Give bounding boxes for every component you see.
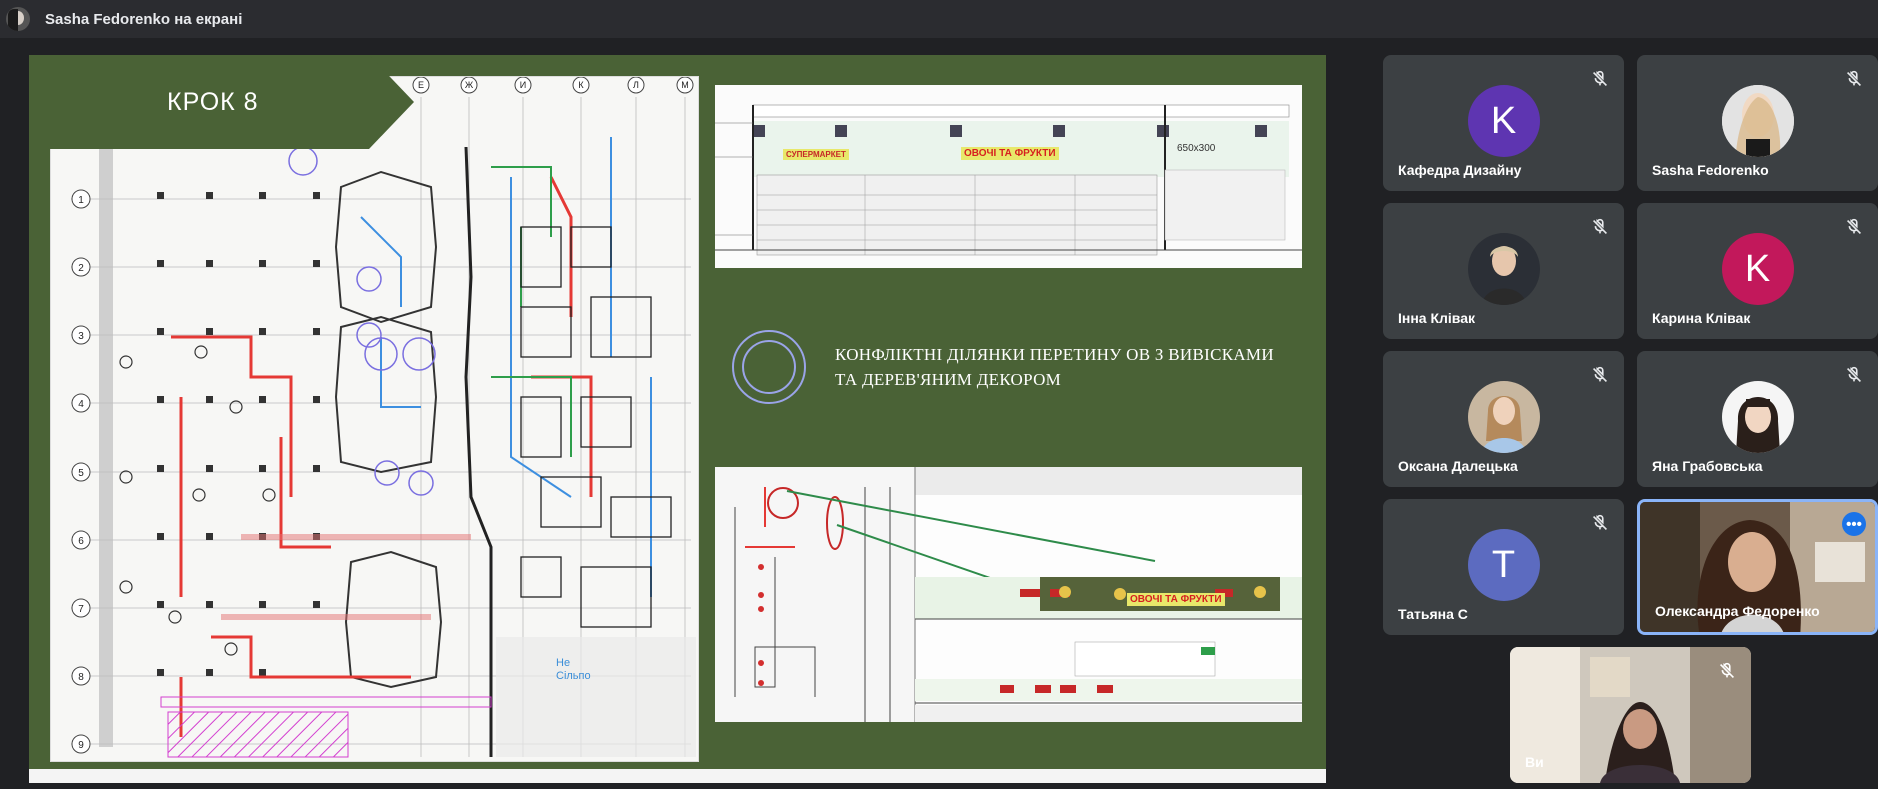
elevation-drawing-bottom: ОВОЧІ ТА ФРУКТИ xyxy=(715,467,1302,722)
grid-col-label: Л xyxy=(633,80,639,90)
self-view-tile[interactable]: Ви xyxy=(1510,647,1751,783)
grid-row-label: 6 xyxy=(78,536,84,547)
mic-off-icon xyxy=(1846,218,1862,235)
grid-col-label: И xyxy=(520,80,526,90)
participant-name: Олександра Федоренко xyxy=(1655,603,1820,619)
mic-off-icon xyxy=(1592,514,1608,531)
grid-row-label: 4 xyxy=(78,399,84,410)
mic-off-icon xyxy=(1846,70,1862,87)
avatar: K xyxy=(1721,233,1794,305)
avatar xyxy=(1721,85,1794,157)
mic-off-icon xyxy=(1846,366,1862,383)
grid-col-label: Е xyxy=(418,80,424,90)
presenter-title: Sasha Fedorenko на екрані xyxy=(45,10,243,28)
presentation-bar: Sasha Fedorenko на екрані xyxy=(0,0,1878,38)
step-banner: КРОК 8 xyxy=(29,55,414,149)
more-options-button[interactable]: ••• xyxy=(1842,512,1866,536)
avatar: T xyxy=(1467,529,1540,601)
grid-row-label: 5 xyxy=(78,468,84,479)
grid-col-label: К xyxy=(578,80,584,90)
participant-name: Яна Грабовська xyxy=(1652,458,1763,474)
grid-row-label: 9 xyxy=(78,740,84,751)
plan-note-label: Не Сільпо xyxy=(556,657,591,682)
shared-screen: 1 2 3 4 5 6 7 8 9 Е Ж И К Л М Не Сільпо … xyxy=(29,55,1326,783)
participant-tile[interactable]: Оксана Далецька xyxy=(1383,351,1624,487)
participant-tile-active-speaker[interactable]: ••• Олександра Федоренко xyxy=(1637,499,1878,635)
mic-off-icon xyxy=(1592,366,1608,383)
elevation-drawing-top: СУПЕРМАРКЕТ ОВОЧІ ТА ФРУКТИ 650x300 xyxy=(715,85,1302,268)
participant-name: Оксана Далецька xyxy=(1398,458,1518,474)
avatar: K xyxy=(1467,85,1540,157)
sign-vegetables-top: ОВОЧІ ТА ФРУКТИ xyxy=(961,147,1059,160)
participant-tile[interactable]: Sasha Fedorenko xyxy=(1637,55,1878,191)
box-dimension-label: 650x300 xyxy=(1177,143,1216,154)
mic-off-icon xyxy=(1592,70,1608,87)
target-icon xyxy=(732,330,806,404)
step-label: КРОК 8 xyxy=(167,87,259,116)
avatar xyxy=(1721,381,1794,453)
participant-tile[interactable]: Яна Грабовська xyxy=(1637,351,1878,487)
grid-row-label: 7 xyxy=(78,604,84,615)
self-video xyxy=(1510,647,1751,783)
participant-name: Ви xyxy=(1525,754,1544,770)
slide-bottom-strip xyxy=(29,769,1326,783)
sign-vegetables-bottom: ОВОЧІ ТА ФРУКТИ xyxy=(1127,593,1225,606)
mic-off-icon xyxy=(1719,662,1735,679)
participant-tile[interactable]: K Кафедра Дизайну xyxy=(1383,55,1624,191)
participant-name: Карина Клівак xyxy=(1652,310,1751,326)
participant-name: Sasha Fedorenko xyxy=(1652,162,1769,178)
participant-tile[interactable]: K Карина Клівак xyxy=(1637,203,1878,339)
conflict-description: КОНФЛІКТНІ ДІЛЯНКИ ПЕРЕТИНУ ОВ З ВИВІСКА… xyxy=(835,342,1295,392)
conflict-line-1: КОНФЛІКТНІ ДІЛЯНКИ ПЕРЕТИНУ ОВ З ВИВІСКА… xyxy=(835,345,1274,364)
participant-name: Інна Клівак xyxy=(1398,310,1476,326)
participant-tile[interactable]: T Татьяна С xyxy=(1383,499,1624,635)
grid-col-label: Ж xyxy=(465,80,474,90)
mic-off-icon xyxy=(1592,218,1608,235)
participant-name: Кафедра Дизайну xyxy=(1398,162,1522,178)
conflict-line-2: ТА ДЕРЕВ'ЯНИМ ДЕКОРОМ xyxy=(835,370,1062,389)
grid-row-label: 2 xyxy=(78,263,84,274)
grid-row-label: 8 xyxy=(78,672,84,683)
participant-name: Татьяна С xyxy=(1398,606,1468,622)
avatar xyxy=(1467,233,1540,305)
grid-row-label: 1 xyxy=(78,195,84,206)
sign-supermarket: СУПЕРМАРКЕТ xyxy=(783,149,849,160)
grid-row-label: 3 xyxy=(78,331,84,342)
participant-tile[interactable]: Інна Клівак xyxy=(1383,203,1624,339)
avatar xyxy=(1467,381,1540,453)
elevation-top-svg xyxy=(715,85,1302,268)
presenter-avatar xyxy=(6,7,30,31)
grid-col-label: М xyxy=(681,80,689,90)
floor-plan-image: 1 2 3 4 5 6 7 8 9 Е Ж И К Л М Не Сільпо xyxy=(50,76,699,762)
floor-plan-drawing: 1 2 3 4 5 6 7 8 9 Е Ж И К Л М xyxy=(51,77,698,761)
